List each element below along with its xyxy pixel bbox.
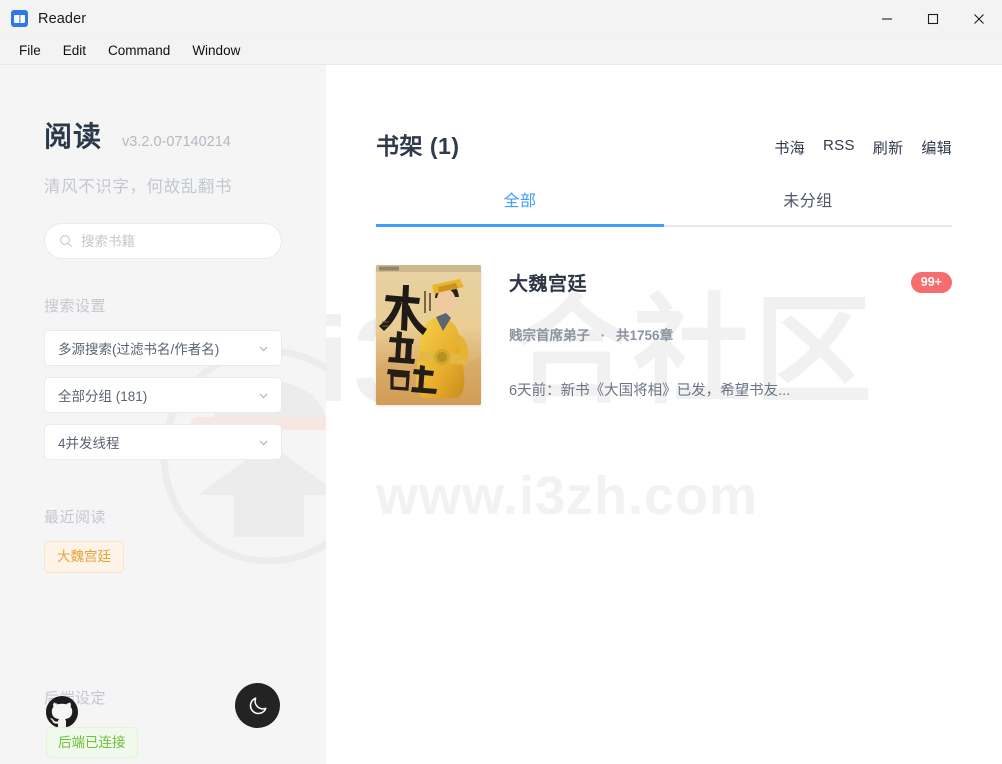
window-title: Reader xyxy=(38,10,87,27)
select-search-mode-value: 多源搜索(过滤书名/作者名) xyxy=(58,342,220,357)
menu-item-file[interactable]: File xyxy=(8,41,52,62)
body: 阅读 v3.2.0-07140214 清风不识字，何故乱翻书 搜索设置 多源搜索… xyxy=(0,65,1002,764)
search-settings-selects: 多源搜索(过滤书名/作者名) 全部分组 (181) 4并发线程 xyxy=(44,330,282,460)
menu-item-window[interactable]: Window xyxy=(181,41,251,62)
select-group-filter-value: 全部分组 (181) xyxy=(58,389,148,404)
action-rss[interactable]: RSS xyxy=(823,137,855,158)
main-header: 书架 (1) 书海 RSS 刷新 编辑 xyxy=(376,65,952,161)
recent-book-chip[interactable]: 大魏宫廷 xyxy=(44,541,124,573)
menu-item-command[interactable]: Command xyxy=(97,41,181,62)
title-bar: Reader xyxy=(0,0,1002,38)
version-label: v3.2.0-07140214 xyxy=(122,134,231,150)
brand-title: 阅读 xyxy=(44,121,103,152)
select-thread-count[interactable]: 4并发线程 xyxy=(44,424,282,460)
tabs-active-indicator xyxy=(376,224,664,227)
book-latest-chapter: 6天前：新书《大国将相》已发，希望书友... xyxy=(509,383,791,399)
recent-reading-label: 最近阅读 xyxy=(44,509,107,526)
book-author: 贱宗首席弟子 xyxy=(509,328,590,343)
recent-reading-list: 大魏宫廷 xyxy=(44,541,282,573)
main-content: i3 合社区 www.i3zh.com 书架 (1) 书海 RSS 刷新 编辑 … xyxy=(326,65,1002,764)
select-thread-count-value: 4并发线程 xyxy=(58,436,120,451)
header-actions: 书海 RSS 刷新 编辑 xyxy=(774,137,952,161)
shelf-tabs: 全部 未分组 xyxy=(376,187,952,227)
book-title[interactable]: 大魏宫廷 xyxy=(509,269,587,296)
menu-bar: File Edit Command Window xyxy=(0,38,1002,65)
chevron-down-icon xyxy=(257,436,271,449)
tab-all[interactable]: 全部 xyxy=(376,187,664,227)
main-inner: 书架 (1) 书海 RSS 刷新 编辑 全部 未分组 大魏宫廷 99+ 贱宗首席… xyxy=(326,65,1002,405)
action-refresh[interactable]: 刷新 xyxy=(873,137,904,158)
book-chapter-count: 共1756章 xyxy=(616,328,674,343)
search-input[interactable] xyxy=(81,233,267,249)
book-subinfo: 贱宗首席弟子 · 共1756章 xyxy=(509,324,952,344)
book-list: 大魏宫廷 99+ 贱宗首席弟子 · 共1756章 6天前：新书《大国将相》已发，… xyxy=(376,265,952,405)
minimize-icon[interactable] xyxy=(864,0,910,38)
search-box[interactable] xyxy=(44,223,282,259)
close-icon[interactable] xyxy=(956,0,1002,38)
app-icon xyxy=(11,10,28,27)
action-shuhai[interactable]: 书海 xyxy=(774,137,805,158)
backend-status-badge: 后端已连接 xyxy=(46,726,138,758)
select-search-mode[interactable]: 多源搜索(过滤书名/作者名) xyxy=(44,330,282,366)
book-cover[interactable] xyxy=(376,265,481,405)
search-settings-label: 搜索设置 xyxy=(44,298,107,315)
title-bar-left: Reader xyxy=(0,10,86,27)
sidebar-content: 阅读 v3.2.0-07140214 清风不识字，何故乱翻书 搜索设置 多源搜索… xyxy=(0,65,326,764)
page-title: 书架 (1) xyxy=(376,133,460,159)
book-meta: 大魏宫廷 99+ 贱宗首席弟子 · 共1756章 6天前：新书《大国将相》已发，… xyxy=(509,265,952,400)
select-group-filter[interactable]: 全部分组 (181) xyxy=(44,377,282,413)
maximize-icon[interactable] xyxy=(910,0,956,38)
action-edit[interactable]: 编辑 xyxy=(921,137,952,158)
chevron-down-icon xyxy=(257,389,271,402)
book-title-row: 大魏宫廷 99+ xyxy=(509,269,952,296)
sidebar: 阅读 v3.2.0-07140214 清风不识字，何故乱翻书 搜索设置 多源搜索… xyxy=(0,65,326,764)
theme-toggle-button[interactable] xyxy=(235,683,280,728)
book-separator: · xyxy=(600,328,606,343)
tab-ungrouped[interactable]: 未分组 xyxy=(664,187,952,227)
unread-count-badge: 99+ xyxy=(910,271,952,294)
window-controls xyxy=(864,0,1002,38)
menu-item-edit[interactable]: Edit xyxy=(52,41,97,62)
list-item[interactable]: 大魏宫廷 99+ 贱宗首席弟子 · 共1756章 6天前：新书《大国将相》已发，… xyxy=(376,265,952,405)
book-cover-art xyxy=(376,265,481,405)
chevron-down-icon xyxy=(257,342,271,355)
github-icon[interactable] xyxy=(46,696,78,728)
app-window: Reader File Edit Command Window 阅读 v3.2.… xyxy=(0,0,1002,764)
tagline: 清风不识字，何故乱翻书 xyxy=(44,178,233,196)
search-icon xyxy=(59,234,73,248)
watermark-url: www.i3zh.com xyxy=(376,466,759,526)
sidebar-brand-row: 阅读 v3.2.0-07140214 xyxy=(44,65,282,155)
moon-icon xyxy=(249,696,267,714)
